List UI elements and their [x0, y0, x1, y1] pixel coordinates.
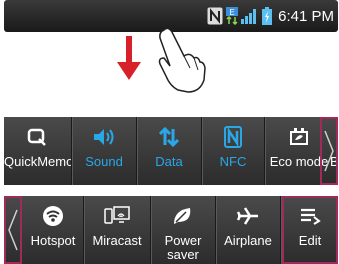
airplane-label: Airplane — [224, 233, 272, 248]
hotspot-toggle[interactable]: Hotspot — [24, 196, 82, 264]
miracast-label: Miracast — [92, 233, 142, 248]
quick-settings-panel-top: QuickMemo Sound Data NFC Eco mode B — [4, 117, 338, 185]
power-saver-icon — [174, 208, 191, 224]
data-toggle[interactable]: Data — [138, 117, 200, 185]
signal-icon — [241, 9, 257, 24]
nfc-label: NFC — [219, 154, 247, 169]
edit-label: Edit — [298, 233, 322, 248]
quickmemo-icon — [27, 128, 46, 146]
battery-icon — [262, 7, 273, 25]
hotspot-icon — [43, 206, 63, 226]
svg-text:E: E — [229, 8, 234, 17]
sound-label: Sound — [85, 154, 123, 169]
edit-button[interactable]: Edit — [282, 196, 338, 264]
sound-icon — [94, 129, 114, 145]
edit-icon — [301, 208, 321, 225]
miracast-icon — [104, 206, 130, 224]
down-arrow-icon — [117, 36, 141, 80]
miracast-toggle[interactable]: Miracast — [85, 196, 149, 264]
nfc-toggle[interactable]: NFC — [203, 117, 263, 185]
data-transfer-icon: E — [226, 7, 239, 25]
quick-settings-panel-bottom: Hotspot Miracast Power saver Airplane Ed… — [4, 196, 338, 264]
eco-mode-icon — [290, 128, 308, 145]
chevron-left-icon[interactable] — [4, 196, 22, 264]
nfc-icon — [207, 7, 223, 25]
data-icon — [159, 127, 179, 147]
airplane-toggle[interactable]: Airplane — [217, 196, 279, 264]
power-saver-label: Power saver — [164, 233, 202, 262]
quickmemo-toggle[interactable]: QuickMemo — [4, 117, 74, 185]
power-saver-toggle[interactable]: Power saver — [152, 196, 214, 264]
sound-toggle[interactable]: Sound — [73, 117, 135, 185]
status-icons: E 6:41 PM — [207, 6, 334, 26]
swipe-hand-icon — [158, 27, 206, 93]
chevron-right-icon[interactable] — [320, 117, 338, 185]
nfc-icon — [224, 126, 242, 148]
hotspot-label: Hotspot — [30, 233, 76, 248]
airplane-icon — [236, 207, 258, 225]
quickmemo-label: QuickMemo — [4, 154, 74, 169]
status-time: 6:41 PM — [278, 7, 334, 25]
data-label: Data — [155, 154, 183, 169]
